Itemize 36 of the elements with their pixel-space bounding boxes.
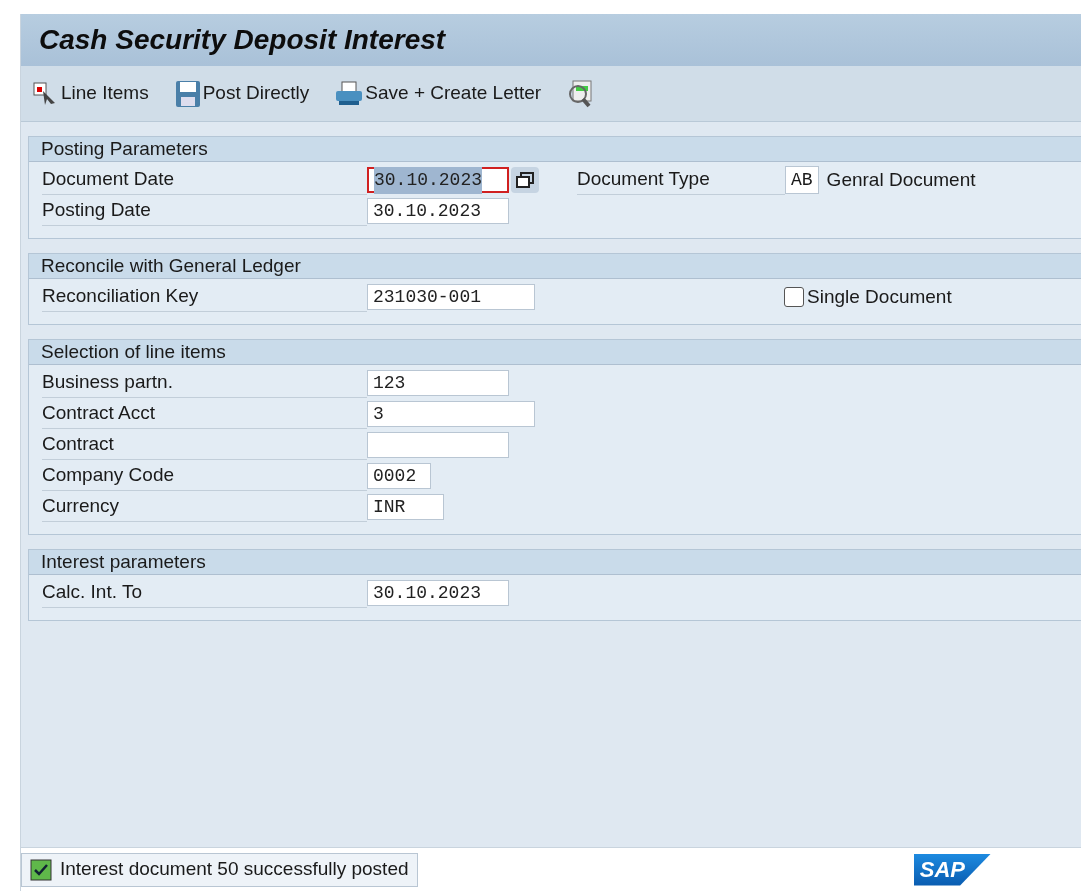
status-message: Interest document 50 successfully posted bbox=[21, 852, 418, 887]
input-field[interactable]: 0002 bbox=[367, 463, 431, 489]
input-field[interactable]: INR bbox=[367, 494, 444, 520]
group-title: Interest parameters bbox=[29, 550, 1081, 575]
input-field[interactable]: 3 bbox=[367, 401, 535, 427]
input-field[interactable]: 30.10.2023 bbox=[367, 580, 509, 606]
description-text: Genral Document bbox=[826, 167, 976, 192]
checkbox[interactable] bbox=[784, 287, 804, 307]
field-label: Calc. Int. To bbox=[42, 577, 367, 609]
checkbox-label: Single Document bbox=[807, 284, 952, 309]
group-title: Posting Parameters bbox=[29, 137, 1081, 162]
value-help-button[interactable] bbox=[511, 167, 539, 193]
field-label: Reconciliation Key bbox=[42, 281, 367, 313]
printer-icon bbox=[335, 80, 364, 107]
toolbar-button[interactable]: Save + Create Letter bbox=[335, 79, 542, 108]
window-title: Cash Security Deposit Interest bbox=[39, 23, 446, 57]
field-label: Currency bbox=[42, 491, 367, 523]
input-field[interactable] bbox=[367, 432, 509, 458]
input-field[interactable]: 231030-001 bbox=[367, 284, 535, 310]
copy-icon bbox=[516, 172, 534, 188]
group-title: Selection of line items bbox=[29, 340, 1081, 365]
toolbar-button[interactable]: Line Items bbox=[33, 79, 149, 108]
input-field[interactable]: 30.10.2023 bbox=[367, 167, 509, 193]
field-label: Contract bbox=[42, 429, 367, 461]
field-label: Document Date bbox=[42, 164, 367, 196]
field-label: Posting Date bbox=[42, 195, 367, 227]
field-label: Contract Acct bbox=[42, 398, 367, 430]
input-field[interactable]: 123 bbox=[367, 370, 509, 396]
group-title: Reconcile with General Ledger bbox=[29, 254, 1081, 279]
logo: SAP bbox=[913, 853, 991, 886]
field-label: Business partn. bbox=[42, 367, 367, 399]
input-field[interactable]: 30.10.2023 bbox=[367, 198, 509, 224]
toolbar-button[interactable]: Post Directly bbox=[174, 79, 310, 108]
field-label: Company Code bbox=[42, 460, 367, 492]
check-icon bbox=[30, 858, 52, 881]
input-field[interactable]: AB bbox=[785, 166, 819, 194]
